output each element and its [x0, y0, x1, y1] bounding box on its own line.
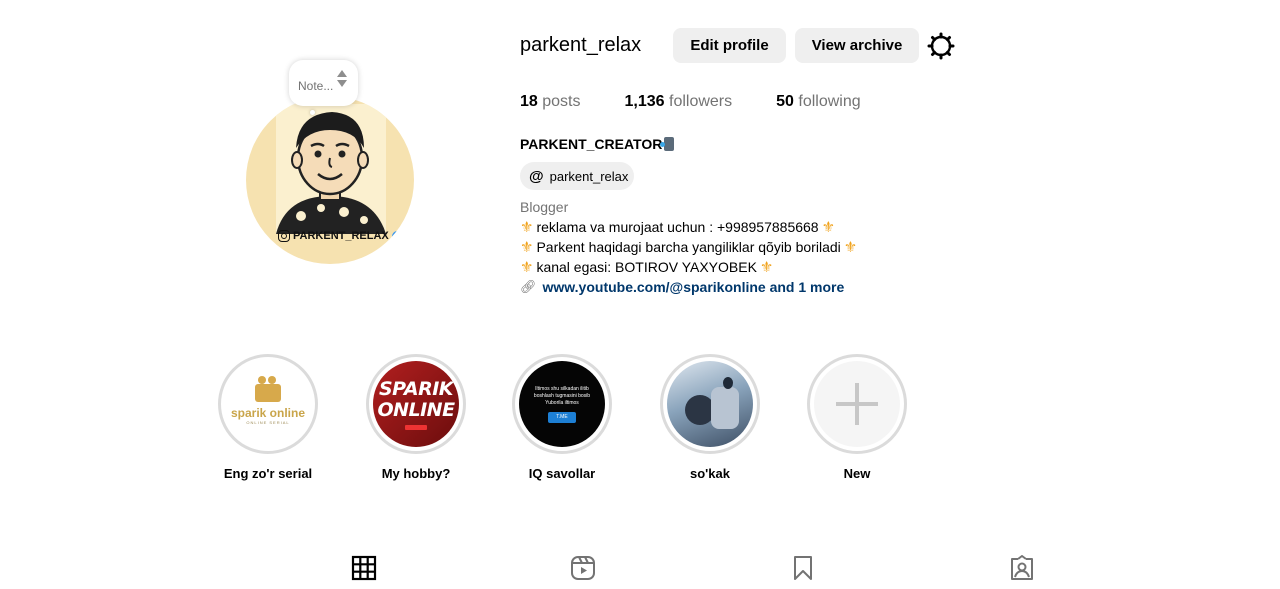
highlight-cover-text: SPARIK ONLINE — [377, 377, 455, 421]
highlight-ring[interactable] — [807, 354, 907, 454]
mobile-phone-icon — [660, 137, 675, 151]
bio-line-1-text: reklama va murojaat uchun : +99895788566… — [536, 219, 819, 235]
followers-stat[interactable]: 1,136 followers — [625, 93, 733, 111]
posts-count: 18 — [520, 93, 538, 110]
photo-shape — [711, 387, 739, 429]
highlight-ring[interactable]: sparik online ONLINE SERIAL — [218, 354, 318, 454]
highlight-ring[interactable]: SPARIK ONLINE — [366, 354, 466, 454]
bio-link-text[interactable]: www.youtube.com/@sparikonline and 1 more — [543, 279, 845, 295]
note-placeholder: Note... — [298, 79, 334, 93]
link-icon: 🔗︎ — [520, 279, 537, 294]
threads-icon: @ — [529, 167, 544, 185]
bio-line-2-text: Parkent haqidagi barcha yangiliklar qõyi… — [536, 239, 841, 255]
film-camera-icon — [255, 375, 281, 402]
profile-full-name: PARKENT_CREATOR — [520, 136, 675, 152]
new-highlight-button[interactable]: New — [807, 354, 907, 481]
profile-avatar[interactable]: PARKENT_RELAX ✓ — [246, 96, 414, 264]
verified-badge-icon: ✓ — [391, 230, 403, 242]
avatar-instagram-tag: PARKENT_RELAX ✓ — [278, 230, 403, 242]
highlight-label: IQ savollar — [528, 466, 596, 481]
highlight-cover — [814, 361, 900, 447]
note-arrows-icon — [337, 70, 347, 87]
note-bubble[interactable]: Note... — [289, 60, 358, 106]
bio-line-2: ⚜ Parkent haqidagi barcha yangiliklar qõ… — [520, 238, 857, 256]
bio-line-1: ⚜ reklama va murojaat uchun : +998957885… — [520, 218, 835, 236]
highlight-cover-text: sparik online — [230, 405, 306, 420]
arrow-up-icon — [337, 70, 347, 77]
tagged-icon[interactable] — [1009, 555, 1035, 581]
fleur-de-lis-icon: ⚜ — [520, 239, 534, 256]
posts-stat: 18 posts — [520, 93, 581, 111]
fleur-de-lis-icon: ⚜ — [520, 259, 534, 276]
followers-label: followers — [669, 93, 733, 110]
instagram-icon — [278, 230, 290, 242]
gear-icon[interactable] — [927, 32, 955, 60]
highlight-cover: sparik online ONLINE SERIAL — [225, 361, 311, 447]
note-bubble-tail — [310, 110, 315, 115]
photo-shape — [723, 377, 733, 389]
view-archive-button[interactable]: View archive — [795, 28, 919, 63]
highlight-label: so'kak — [690, 466, 730, 481]
fleur-de-lis-icon: ⚜ — [843, 239, 858, 256]
bio-link[interactable]: 🔗︎ www.youtube.com/@sparikonline and 1 m… — [520, 279, 844, 295]
highlight-item[interactable]: Iltimos shu silkadan ilitib boshlash tug… — [512, 354, 612, 481]
following-count: 50 — [776, 93, 794, 110]
fleur-de-lis-icon: ⚜ — [759, 259, 774, 276]
highlight-label: Eng zo'r serial — [223, 466, 313, 481]
bio-line-3: ⚜ kanal egasi: BOTIROV YAXYOBEK ⚜ — [520, 258, 773, 276]
highlight-cover-photo — [667, 361, 753, 447]
highlight-item[interactable]: SPARIK ONLINE My hobby? — [366, 354, 466, 481]
profile-category: Blogger — [520, 199, 569, 215]
telegram-link-badge: T.ME — [548, 411, 576, 423]
bio-line-3-text: kanal egasi: BOTIROV YAXYOBEK — [536, 259, 757, 275]
highlight-label: My hobby? — [381, 466, 451, 481]
following-label: following — [798, 93, 861, 110]
profile-username: parkent_relax — [520, 34, 642, 56]
highlight-cover: Iltimos shu silkadan ilitib boshlash tug… — [519, 361, 605, 447]
highlight-cover-text: Iltimos shu silkadan ilitib boshlash tug… — [533, 385, 591, 406]
youtube-button-icon — [405, 424, 427, 430]
saved-bookmark-icon[interactable] — [790, 555, 816, 581]
following-stat[interactable]: 50 following — [776, 93, 861, 111]
fleur-de-lis-icon: ⚜ — [520, 219, 534, 236]
threads-handle: parkent_relax — [549, 168, 629, 184]
highlight-cover: SPARIK ONLINE — [373, 361, 459, 447]
edit-profile-button[interactable]: Edit profile — [673, 28, 786, 63]
reels-icon[interactable] — [570, 555, 596, 581]
highlight-cover-subtext: ONLINE SERIAL — [246, 419, 290, 425]
followers-count: 1,136 — [624, 93, 665, 110]
plus-icon — [836, 383, 878, 425]
highlight-label: New — [843, 466, 871, 481]
grid-icon[interactable] — [351, 555, 377, 581]
full-name-text: PARKENT_CREATOR — [520, 136, 663, 152]
avatar-tag-text: PARKENT_RELAX — [293, 230, 389, 242]
fleur-de-lis-icon: ⚜ — [821, 219, 836, 236]
highlight-item[interactable]: sparik online ONLINE SERIAL Eng zo'r ser… — [218, 354, 318, 481]
profile-stats: 18 posts 1,136 followers 50 following — [520, 93, 905, 111]
threads-badge[interactable]: @ parkent_relax — [520, 162, 634, 190]
highlight-ring[interactable]: Iltimos shu silkadan ilitib boshlash tug… — [512, 354, 612, 454]
highlight-ring[interactable] — [660, 354, 760, 454]
posts-label: posts — [542, 93, 581, 110]
avatar-image: PARKENT_RELAX ✓ — [246, 96, 414, 264]
highlight-item[interactable]: so'kak — [660, 354, 760, 481]
arrow-down-icon — [337, 80, 347, 87]
